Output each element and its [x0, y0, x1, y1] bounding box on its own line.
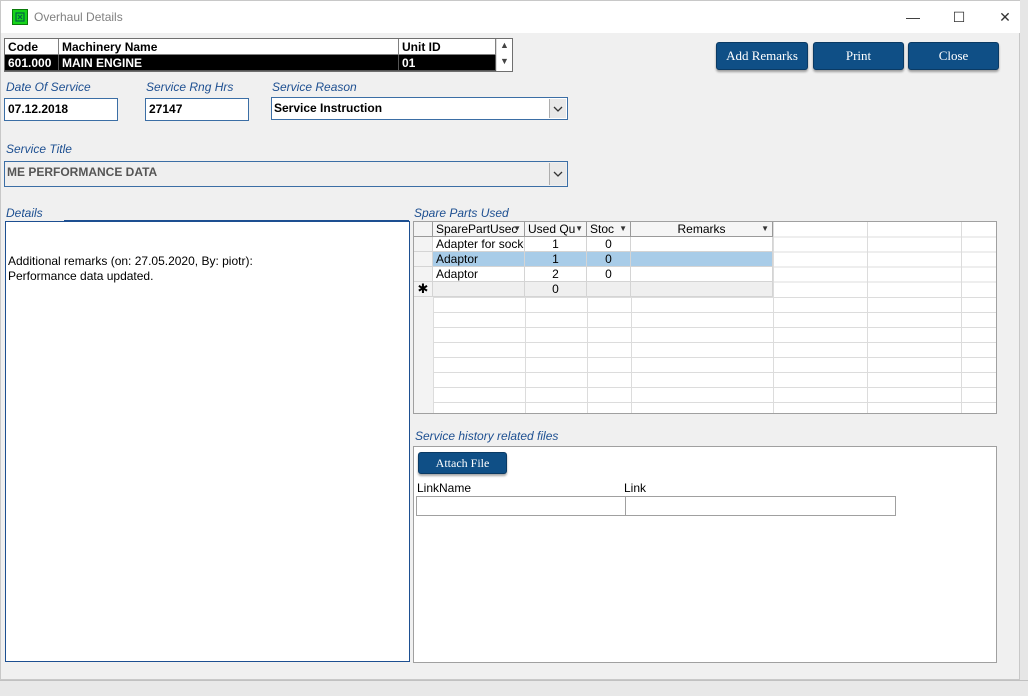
link-header: Link [624, 481, 647, 495]
close-button[interactable]: Close [908, 42, 999, 70]
details-line-1: Additional remarks (on: 27.05.2020, By: … [8, 254, 253, 268]
chevron-down-icon[interactable] [549, 99, 566, 118]
minimize-button[interactable]: — [890, 1, 936, 33]
files-panel: Attach File LinkName Link [413, 446, 997, 663]
link-name-header: LinkName [417, 481, 472, 495]
print-button[interactable]: Print [813, 42, 904, 70]
machinery-unit-id: 01 [399, 55, 496, 71]
machinery-row[interactable]: 601.000 MAIN ENGINE 01 [5, 55, 496, 71]
header-code: Code [5, 39, 59, 55]
spare-parts-grid[interactable]: SparePartUsec ▼ Used Qu ▼ Stoc ▼ Remarks ▼ A… [413, 221, 997, 414]
machinery-name: MAIN ENGINE [59, 55, 399, 71]
service-reason-value: Service Instruction [274, 101, 383, 115]
window-title: Overhaul Details [34, 10, 123, 24]
overhaul-details-window: Overhaul Details — ☐ ✕ Code Machinery Na… [0, 0, 1020, 680]
date-of-service-field[interactable]: 07.12.2018 [4, 98, 118, 121]
spare-parts-label: Spare Parts Used [414, 206, 509, 220]
link-name-input[interactable] [416, 496, 626, 516]
service-rng-hrs-field[interactable]: 27147 [145, 98, 249, 121]
scroll-up-icon[interactable]: ▲ [500, 40, 509, 50]
minimize-icon: — [906, 9, 920, 25]
service-rng-hrs-label: Service Rng Hrs [146, 80, 234, 94]
machinery-grid[interactable]: Code Machinery Name Unit ID 601.000 MAIN… [4, 38, 513, 72]
service-title-select[interactable]: ME PERFORMANCE DATA [4, 161, 568, 187]
chevron-down-icon[interactable] [549, 163, 566, 185]
date-of-service-label: Date Of Service [6, 80, 91, 94]
scroll-down-icon[interactable]: ▼ [500, 56, 509, 66]
header-unit-id: Unit ID [399, 39, 496, 55]
service-reason-label: Service Reason [272, 80, 357, 94]
machinery-scrollbar[interactable]: ▲ ▼ [496, 39, 512, 71]
machinery-grid-header: Code Machinery Name Unit ID [5, 39, 496, 55]
files-label: Service history related files [415, 429, 559, 443]
link-input[interactable] [625, 496, 896, 516]
app-icon [12, 9, 28, 25]
attach-file-button[interactable]: Attach File [418, 452, 507, 474]
maximize-button[interactable]: ☐ [936, 1, 982, 33]
service-title-label: Service Title [6, 142, 72, 156]
grid-lines [414, 222, 996, 413]
details-textarea[interactable]: Additional remarks (on: 27.05.2020, By: … [5, 221, 410, 662]
background-window-edge-bottom [0, 680, 1028, 696]
header-machinery-name: Machinery Name [59, 39, 399, 55]
details-label: Details [6, 206, 43, 220]
machinery-code: 601.000 [5, 55, 59, 71]
details-line-2: Performance data updated. [8, 269, 154, 283]
close-icon: ✕ [999, 8, 1011, 25]
maximize-icon: ☐ [952, 8, 966, 25]
add-remarks-button[interactable]: Add Remarks [716, 42, 808, 70]
service-title-value: ME PERFORMANCE DATA [7, 165, 158, 179]
background-window-edge [1020, 0, 1028, 696]
service-reason-select[interactable]: Service Instruction [271, 97, 568, 120]
title-bar: Overhaul Details — ☐ ✕ [1, 1, 1020, 33]
